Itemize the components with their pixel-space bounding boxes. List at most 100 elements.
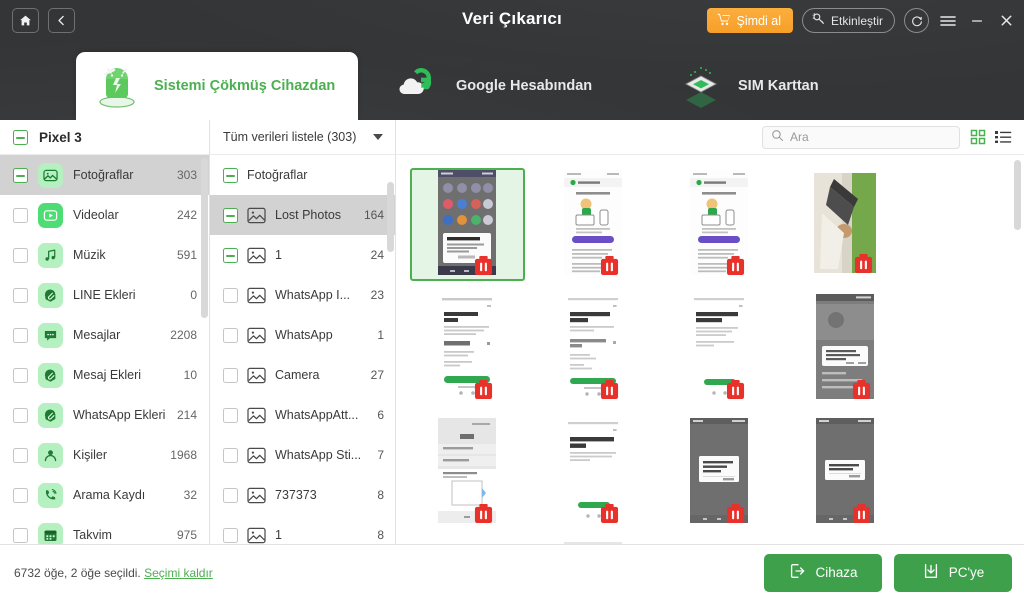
delete-icon[interactable] <box>474 503 493 524</box>
sidebar-item-checkbox[interactable] <box>13 407 28 423</box>
album-row[interactable]: WhatsApp Sti... 7 <box>210 435 395 475</box>
delete-icon[interactable] <box>726 379 745 400</box>
album-checkbox[interactable] <box>223 367 238 383</box>
filter-dropdown[interactable]: Tüm verileri listele (303) <box>210 120 395 155</box>
thumbnail-cell[interactable] <box>532 164 654 284</box>
close-icon[interactable] <box>996 10 1016 32</box>
thumbnail-cell[interactable] <box>658 536 780 544</box>
settings-dialog-screen[interactable] <box>410 416 525 529</box>
select-google-account-screen[interactable] <box>536 292 651 405</box>
phone-home-screen-dialog[interactable] <box>409 167 525 281</box>
sidebar-item-attachment[interactable]: Mesaj Ekleri 10 <box>0 355 209 395</box>
activate-button[interactable]: Etkinleştir <box>801 8 895 33</box>
album-row[interactable]: 737373 8 <box>210 475 395 515</box>
album-row[interactable]: Camera 27 <box>210 355 395 395</box>
japanese-text-screen[interactable] <box>536 416 651 529</box>
device-checkbox[interactable] <box>13 129 28 145</box>
export-to-device-button[interactable]: Cihaza <box>764 553 882 592</box>
delete-icon[interactable] <box>852 379 871 400</box>
delete-icon[interactable] <box>474 255 493 276</box>
album-root-row[interactable]: Fotoğraflar <box>210 155 395 195</box>
thumbnail-cell[interactable] <box>406 412 528 532</box>
search-box[interactable] <box>762 125 960 149</box>
delete-icon[interactable] <box>726 255 745 276</box>
album-row[interactable]: 1 24 <box>210 235 395 275</box>
whatsapp-transfer-screen-2[interactable] <box>662 168 777 281</box>
hamburger-menu-icon[interactable] <box>938 10 958 32</box>
sidebar-item-checkbox[interactable] <box>13 167 28 183</box>
album-checkbox[interactable] <box>223 527 238 543</box>
sidebar-scrollbar[interactable] <box>201 158 208 318</box>
buy-now-button[interactable]: Şimdi al <box>706 8 793 33</box>
album-checkbox[interactable] <box>223 327 238 343</box>
tab-sim-card[interactable]: SIM Karttan <box>660 52 845 120</box>
thumbnail-cell[interactable] <box>532 288 654 408</box>
thumbnail-cell[interactable] <box>784 288 906 408</box>
whatsapp-transfer-screen-1[interactable] <box>536 168 651 281</box>
album-checkbox[interactable] <box>223 207 238 223</box>
delete-icon[interactable] <box>600 255 619 276</box>
album-row[interactable]: Lost Photos 164 <box>210 195 395 235</box>
sidebar-item-attachment[interactable]: WhatsApp Ekleri 214 <box>0 395 209 435</box>
delete-icon[interactable] <box>474 379 493 400</box>
album-row[interactable]: WhatsAppAtt... 6 <box>210 395 395 435</box>
sidebar-item-calendar[interactable]: Takvim 975 <box>0 515 209 544</box>
refresh-icon[interactable] <box>904 8 929 33</box>
thumbnail-cell[interactable] <box>784 412 906 532</box>
album-checkbox[interactable] <box>223 487 238 503</box>
thumbnail-cell[interactable] <box>658 164 780 284</box>
delete-icon[interactable] <box>600 503 619 524</box>
thumbnail-cell[interactable] <box>784 164 906 284</box>
sidebar-item-checkbox[interactable] <box>13 447 28 463</box>
thumbnail-cell[interactable] <box>406 164 528 284</box>
device-header[interactable]: Pixel 3 <box>0 120 209 155</box>
photo-outdoor-object[interactable] <box>788 168 903 281</box>
album-row[interactable]: WhatsApp I... 23 <box>210 275 395 315</box>
minimize-icon[interactable] <box>967 10 987 32</box>
album-row[interactable]: 18 <box>210 515 395 544</box>
gallery-scrollbar[interactable] <box>1014 160 1021 230</box>
machine-ready-screen[interactable] <box>662 292 777 405</box>
album-root-checkbox[interactable] <box>223 167 238 183</box>
album-checkbox[interactable] <box>223 247 238 263</box>
sidebar-item-checkbox[interactable] <box>13 327 28 343</box>
sidebar-item-checkbox[interactable] <box>13 367 28 383</box>
list-view-icon[interactable] <box>995 129 1012 145</box>
sidebar-item-music[interactable]: Müzik 591 <box>0 235 209 275</box>
delete-icon[interactable] <box>726 503 745 524</box>
dark-dialog-screen-2[interactable] <box>788 416 903 529</box>
delete-icon[interactable] <box>852 503 871 524</box>
google-account-screen-jp[interactable] <box>410 292 525 405</box>
sidebar-item-video[interactable]: Videolar 242 <box>0 195 209 235</box>
sidebar-item-checkbox[interactable] <box>13 207 28 223</box>
sidebar-item-checkbox[interactable] <box>13 287 28 303</box>
sidebar-item-photos[interactable]: Fotoğraflar 303 <box>0 155 209 195</box>
sidebar-item-checkbox[interactable] <box>13 487 28 503</box>
dark-dialog-screen-1[interactable] <box>662 416 777 529</box>
search-input[interactable] <box>790 130 951 144</box>
home-icon[interactable] <box>12 8 39 33</box>
tab-crashed-device[interactable]: Sistemi Çökmüş Cihazdan <box>76 52 358 120</box>
delete-icon[interactable] <box>854 253 873 274</box>
sidebar-item-attachment[interactable]: LINE Ekleri 0 <box>0 275 209 315</box>
sidebar-item-message[interactable]: Mesajlar 2208 <box>0 315 209 355</box>
tab-google-account[interactable]: Google Hesabından <box>378 52 603 120</box>
album-checkbox[interactable] <box>223 447 238 463</box>
dark-app-dialog-screen[interactable] <box>788 292 903 405</box>
thumbnail-cell[interactable] <box>658 288 780 408</box>
grid-view-icon[interactable] <box>970 129 986 145</box>
thumbnail-cell[interactable] <box>532 412 654 532</box>
sidebar-item-contact[interactable]: Kişiler 1968 <box>0 435 209 475</box>
album-scrollbar[interactable] <box>387 182 394 252</box>
delete-icon[interactable] <box>600 379 619 400</box>
thumbnail-cell[interactable] <box>406 536 528 544</box>
export-to-pc-button[interactable]: PC'ye <box>894 553 1012 592</box>
thumbnail-cell[interactable] <box>658 412 780 532</box>
sidebar-item-phone-call[interactable]: Arama Kaydı 32 <box>0 475 209 515</box>
thumbnail-cell[interactable] <box>532 536 654 544</box>
sidebar-item-checkbox[interactable] <box>13 527 28 543</box>
clear-selection-link[interactable]: Seçimi kaldır <box>144 566 213 580</box>
album-checkbox[interactable] <box>223 287 238 303</box>
album-checkbox[interactable] <box>223 407 238 423</box>
sidebar-item-checkbox[interactable] <box>13 247 28 263</box>
